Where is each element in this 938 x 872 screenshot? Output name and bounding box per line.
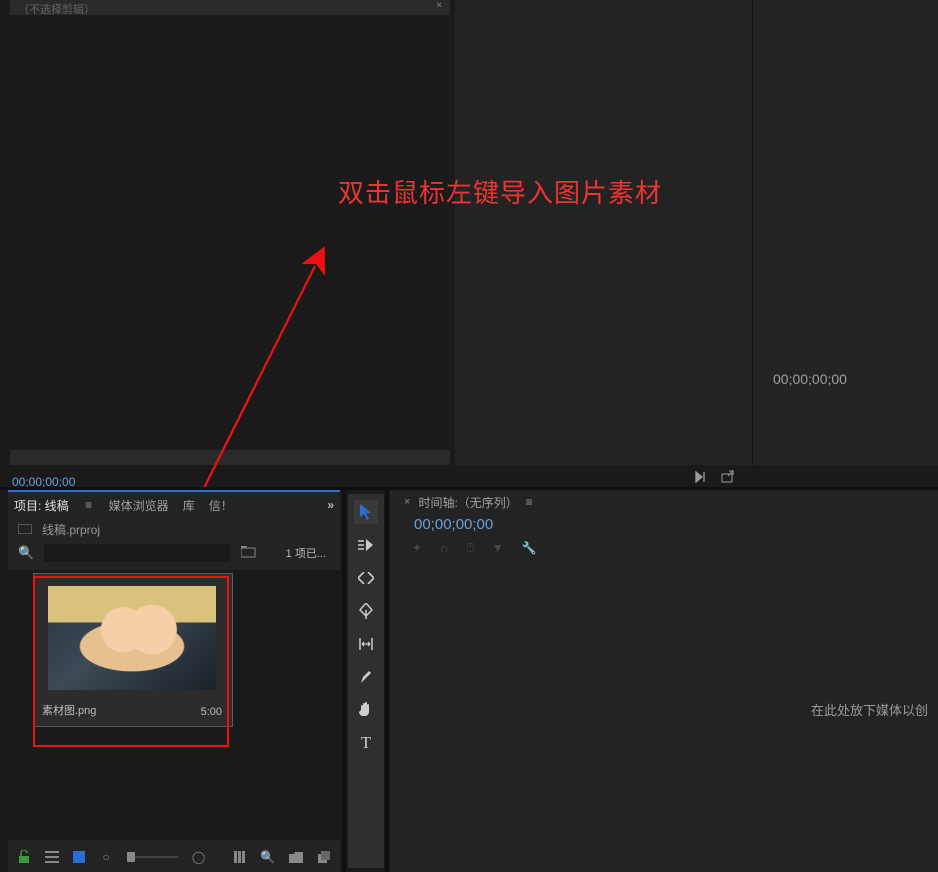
timeline-header: × 时间轴:（无序列） ≡ xyxy=(390,490,938,514)
list-view-icon[interactable] xyxy=(45,849,59,865)
timeline-drop-hint: 在此处放下媒体以创 xyxy=(811,700,928,719)
program-monitor-panel[interactable] xyxy=(455,0,938,465)
clip-thumbnail-card[interactable]: 素材图.png 5:00 xyxy=(34,574,232,726)
program-timecode[interactable]: 00;00;00;00 xyxy=(773,371,847,387)
timeline-option-icons: ✦ ∩ ⍞ ▼ 🔧 xyxy=(390,533,938,556)
timeline-menu-icon[interactable]: ≡ xyxy=(526,495,533,509)
slip-tool-icon[interactable] xyxy=(354,632,378,656)
project-file-name: 线稿.prproj xyxy=(42,521,100,538)
project-file-icon xyxy=(18,524,32,534)
tools-panel: T xyxy=(348,494,384,868)
find-in-bin-icon[interactable] xyxy=(240,546,258,561)
timeline-timecode[interactable]: 00;00;00;00 xyxy=(390,514,938,533)
new-bin-icon[interactable] xyxy=(289,849,303,865)
linked-selection-icon[interactable]: ∩ xyxy=(440,541,449,556)
vertical-splitter-b[interactable] xyxy=(385,490,389,872)
source-monitor-panel[interactable]: （不选择剪辑） × xyxy=(10,0,450,465)
tab-libraries[interactable]: 库 xyxy=(183,497,195,514)
program-divider xyxy=(752,0,753,465)
anime-thumbnail-art xyxy=(48,586,216,690)
new-item-icon[interactable] xyxy=(317,849,330,865)
close-icon[interactable]: × xyxy=(434,2,444,12)
zoom-slider-handle[interactable] xyxy=(127,852,135,862)
project-tabs: 项目: 线稿 ≡ 媒体浏览器 库 信！ » xyxy=(8,492,340,518)
pen-tool-icon[interactable] xyxy=(354,665,378,689)
item-count-label: 1 项已... xyxy=(286,545,326,561)
upper-panels: （不选择剪辑） × 00;00;00;00 00;00;00;00 双击鼠标左键… xyxy=(0,0,938,490)
search-icon: 🔍 xyxy=(18,545,34,561)
clip-thumbnail-image xyxy=(48,586,216,690)
timeline-close-icon[interactable]: × xyxy=(404,496,410,508)
type-tool-icon[interactable]: T xyxy=(354,731,378,755)
project-bin-row: 线稿.prproj xyxy=(8,518,340,540)
settings-icon[interactable]: 🔧 xyxy=(522,541,537,556)
add-marker-icon[interactable]: ⍞ xyxy=(467,541,474,556)
freeform-view-icon[interactable] xyxy=(233,849,246,865)
hand-tool-icon[interactable] xyxy=(354,698,378,722)
lower-panels: 项目: 线稿 ≡ 媒体浏览器 库 信！ » 线稿.prproj 🔍 1 项已..… xyxy=(0,490,938,872)
project-search-row: 🔍 1 项已... xyxy=(8,540,340,566)
tabs-overflow-icon[interactable]: » xyxy=(327,498,334,512)
zoom-min-icon[interactable]: ○ xyxy=(100,849,113,865)
marker-icon[interactable]: ▼ xyxy=(492,541,504,556)
clip-duration: 5:00 xyxy=(201,706,222,718)
tab-media-browser[interactable]: 媒体浏览器 xyxy=(109,497,169,514)
icon-view-icon[interactable] xyxy=(73,849,86,865)
zoom-max-icon[interactable]: ◯ xyxy=(192,849,205,865)
export-frame-icon[interactable] xyxy=(721,470,735,484)
find-icon[interactable]: 🔍 xyxy=(260,849,275,865)
tab-info[interactable]: 信！ xyxy=(209,497,233,514)
project-bottom-toolbar: ○ ◯ 🔍 xyxy=(8,842,340,872)
tab-menu-icon[interactable]: ≡ xyxy=(83,498,95,512)
snap-icon[interactable]: ✦ xyxy=(412,541,422,556)
thumbnail-zoom-slider[interactable] xyxy=(127,856,178,858)
razor-tool-icon[interactable] xyxy=(354,599,378,623)
clip-name: 素材图.png xyxy=(42,702,96,718)
ripple-edit-tool-icon[interactable] xyxy=(354,566,378,590)
play-icon[interactable] xyxy=(694,470,708,484)
source-monitor-canvas[interactable] xyxy=(10,15,450,450)
timeline-title: 时间轴:（无序列） xyxy=(418,494,517,511)
tab-project[interactable]: 项目: 线稿 xyxy=(14,497,69,514)
project-panel[interactable]: 项目: 线稿 ≡ 媒体浏览器 库 信！ » 线稿.prproj 🔍 1 项已..… xyxy=(8,490,340,872)
track-select-tool-icon[interactable] xyxy=(354,533,378,557)
lock-icon[interactable] xyxy=(18,849,31,865)
timeline-panel[interactable]: × 时间轴:（无序列） ≡ 00;00;00;00 ✦ ∩ ⍞ ▼ 🔧 在此处放… xyxy=(390,490,938,872)
search-input[interactable] xyxy=(44,544,230,562)
annotation-text: 双击鼠标左键导入图片素材 xyxy=(338,173,662,210)
vertical-splitter-a[interactable] xyxy=(342,490,346,872)
project-bin-content[interactable]: 素材图.png 5:00 xyxy=(8,570,340,840)
selection-tool-icon[interactable] xyxy=(354,500,378,524)
